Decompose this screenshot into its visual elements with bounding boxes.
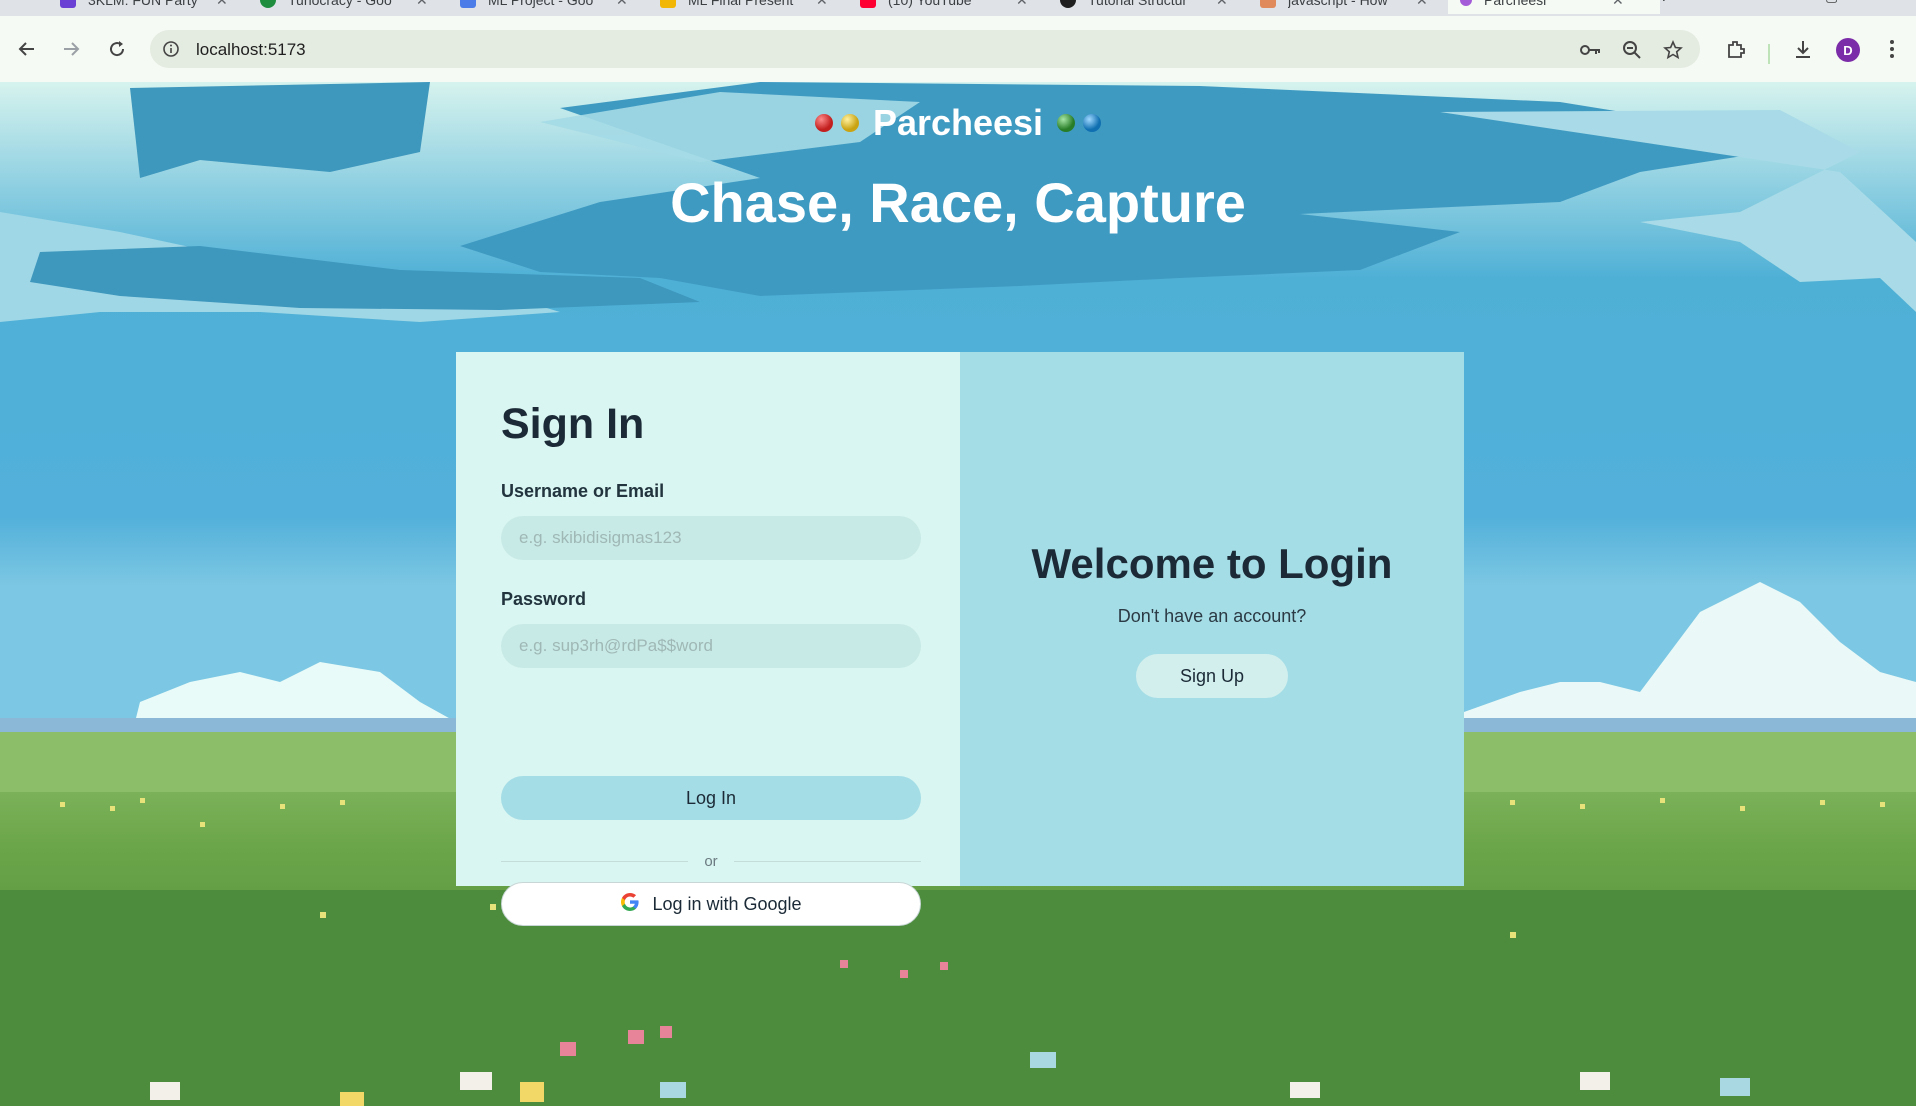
tab-label: 3KLM: FUN Party: [88, 0, 198, 8]
signin-panel: Sign In Username or Email Password Log I…: [456, 352, 960, 926]
browser-tab[interactable]: 3KLM: FUN Party ✕: [60, 0, 228, 14]
maximize-icon[interactable]: ▢: [1825, 0, 1838, 5]
tab-favicon: [660, 0, 676, 8]
reload-icon[interactable]: [104, 36, 130, 62]
yellow-ball-icon: [840, 114, 859, 132]
auth-card: Sign In Username or Email Password Log I…: [456, 352, 1464, 926]
browser-tab[interactable]: Tunocracy - Goo ✕: [260, 0, 428, 14]
close-icon[interactable]: ✕: [1612, 0, 1624, 9]
close-icon[interactable]: ✕: [616, 0, 628, 9]
url-text[interactable]: localhost:5173: [196, 40, 306, 60]
profile-avatar[interactable]: D: [1836, 38, 1860, 62]
or-divider: or: [501, 850, 921, 872]
download-icon[interactable]: [1790, 36, 1816, 62]
browser-tab[interactable]: javascript - How ✕: [1260, 0, 1428, 14]
password-key-icon[interactable]: [1580, 39, 1602, 61]
forward-icon[interactable]: [58, 36, 84, 62]
site-info-icon[interactable]: [162, 40, 180, 63]
tab-label: ML Final Present: [688, 0, 794, 8]
tab-label: (10) YouTube: [888, 0, 972, 8]
welcome-panel: Welcome to Login Don't have an account? …: [960, 352, 1464, 886]
close-icon[interactable]: ✕: [416, 0, 428, 9]
brand-logo: Parcheesi: [0, 102, 1916, 144]
tab-label: Tunocracy - Goo: [288, 0, 392, 8]
extensions-icon[interactable]: [1723, 36, 1749, 62]
kebab-menu-icon[interactable]: [1879, 36, 1905, 62]
tab-favicon: [460, 0, 476, 8]
google-login-label: Log in with Google: [652, 893, 802, 914]
close-icon[interactable]: ✕: [1216, 0, 1228, 9]
tab-label: Tutorial Structur: [1088, 0, 1188, 8]
browser-tab[interactable]: Tutorial Structur ✕: [1060, 0, 1228, 14]
divider-line: [733, 860, 921, 862]
page-tagline: Chase, Race, Capture: [670, 171, 1246, 234]
window-close-icon[interactable]: ✕: [1884, 0, 1896, 5]
welcome-title: Welcome to Login: [1031, 540, 1393, 587]
tab-strip: 3KLM: FUN Party ✕ Tunocracy - Goo ✕ ML P…: [0, 0, 1916, 16]
zoom-icon[interactable]: [1621, 39, 1643, 61]
browser-tab[interactable]: (10) YouTube ✕: [860, 0, 1028, 14]
close-icon[interactable]: ✕: [216, 0, 228, 9]
red-ball-icon: [814, 114, 833, 132]
tab-label: Parcheesi: [1484, 0, 1547, 8]
tab-favicon: [1060, 0, 1076, 8]
tab-label: ML Project - Goo: [488, 0, 594, 8]
password-input[interactable]: [501, 624, 921, 668]
google-login-button[interactable]: Log in with Google: [501, 882, 921, 926]
bookmark-star-icon[interactable]: [1662, 39, 1684, 61]
green-ball-icon: [1057, 114, 1076, 132]
tab-label: javascript - How: [1288, 0, 1388, 8]
signin-title: Sign In: [501, 400, 645, 448]
tab-favicon: [60, 0, 76, 8]
back-icon[interactable]: [14, 36, 40, 62]
browser-tab-active[interactable]: Parcheesi ✕: [1448, 0, 1660, 14]
close-icon[interactable]: ✕: [1016, 0, 1028, 9]
close-icon[interactable]: ✕: [1416, 0, 1428, 9]
google-icon: [620, 892, 640, 917]
password-label: Password: [501, 589, 587, 609]
close-icon[interactable]: ✕: [816, 0, 828, 9]
browser-tab[interactable]: ML Project - Goo ✕: [460, 0, 628, 14]
tab-favicon: [1460, 0, 1472, 6]
new-tab-icon[interactable]: +: [1658, 0, 1670, 9]
page-viewport: Parcheesi Chase, Race, Capture Sign In U…: [0, 82, 1916, 1106]
username-label: Username or Email: [501, 481, 665, 501]
blue-ball-icon: [1083, 114, 1102, 132]
or-text: or: [704, 852, 718, 870]
login-button[interactable]: Log In: [501, 776, 921, 820]
tab-favicon: [260, 0, 276, 8]
browser-tab[interactable]: ML Final Present ✕: [660, 0, 828, 14]
address-bar[interactable]: localhost:5173: [150, 30, 1700, 68]
divider-line: [501, 860, 689, 862]
signup-button[interactable]: Sign Up: [1136, 654, 1288, 698]
username-input[interactable]: [501, 516, 921, 560]
no-account-text: Don't have an account?: [1117, 606, 1307, 626]
tab-favicon: [860, 0, 876, 8]
tab-favicon: [1260, 0, 1276, 8]
brand-name: Parcheesi: [872, 102, 1044, 143]
browser-toolbar: localhost:5173 D: [0, 16, 1916, 82]
toolbar-divider: [1768, 44, 1770, 64]
